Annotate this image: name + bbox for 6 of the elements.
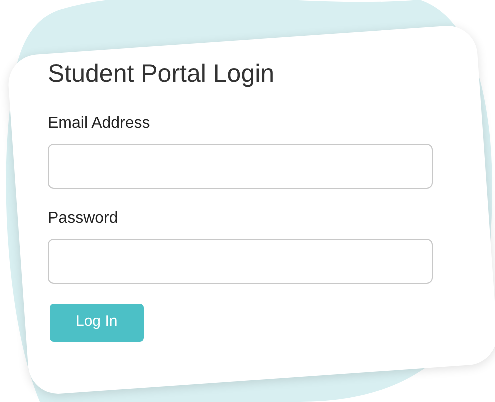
- input-field[interactable]: [48, 238, 433, 284]
- field-label: Email Address: [48, 114, 150, 134]
- card-title: Student Portal Login: [48, 59, 275, 90]
- input-field[interactable]: [48, 144, 433, 188]
- login-button[interactable]: Log In: [50, 304, 144, 342]
- field-label: Password: [48, 208, 118, 228]
